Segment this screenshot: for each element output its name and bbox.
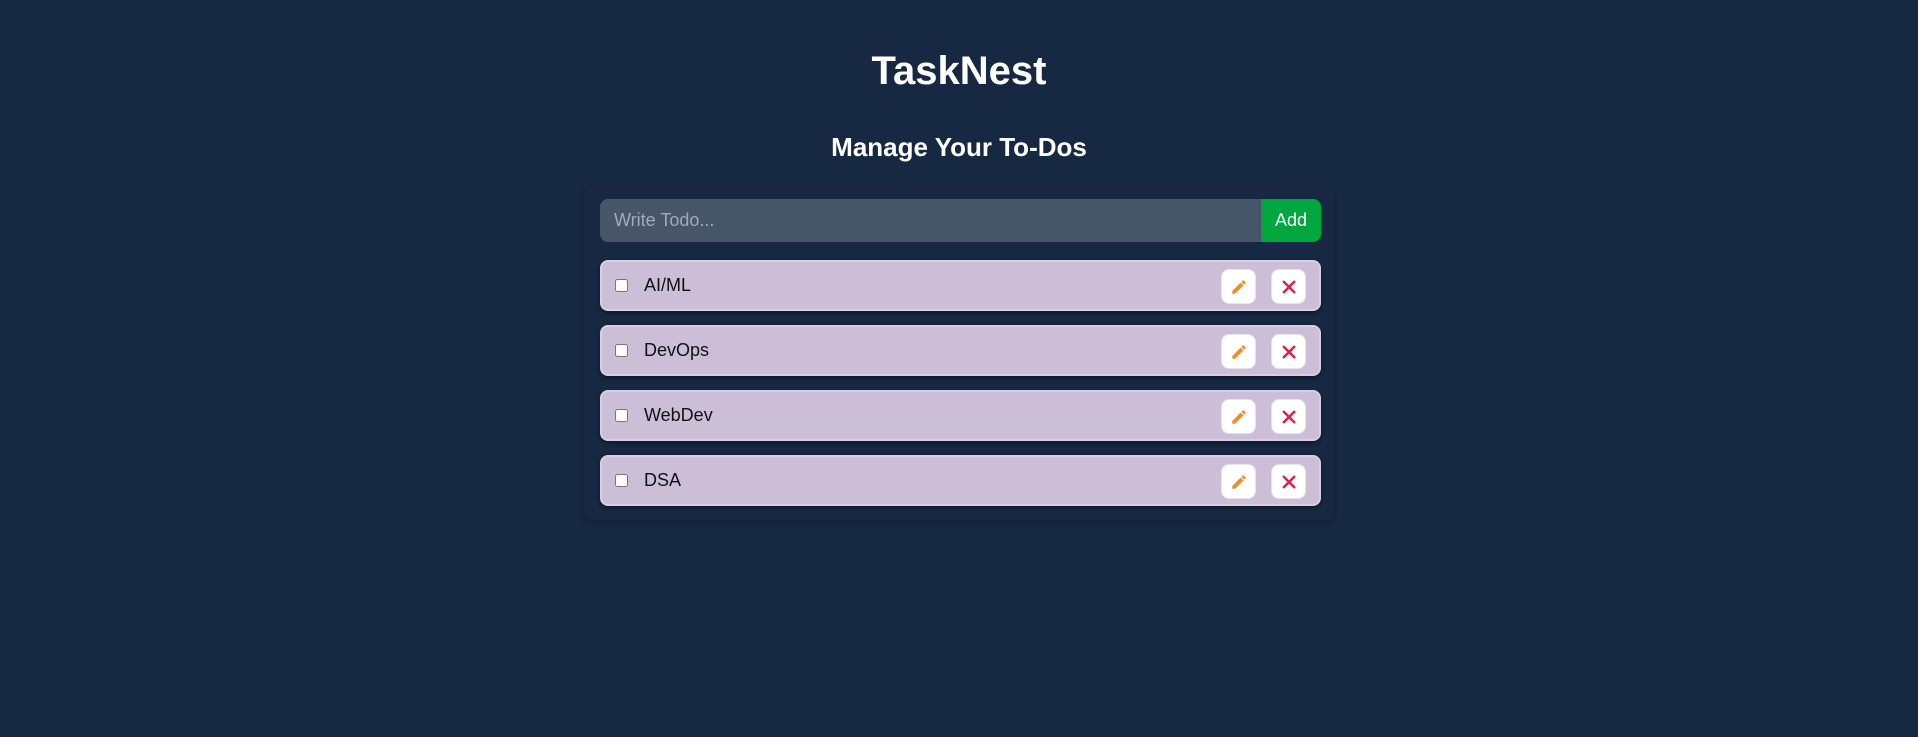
edit-button[interactable]	[1221, 399, 1256, 434]
edit-button[interactable]	[1221, 464, 1256, 499]
todo-checkbox[interactable]	[615, 344, 628, 357]
edit-button[interactable]	[1221, 269, 1256, 304]
todo-label: DevOps	[644, 340, 710, 360]
pencil-icon	[1230, 408, 1248, 426]
delete-button[interactable]	[1271, 399, 1306, 434]
todo-item: DevOps	[600, 325, 1321, 376]
app-title: TaskNest	[871, 49, 1047, 93]
close-icon	[1280, 473, 1298, 491]
todo-label: WebDev	[644, 405, 713, 425]
pencil-icon	[1230, 278, 1248, 296]
delete-button[interactable]	[1271, 269, 1306, 304]
todo-checkbox[interactable]	[615, 474, 628, 487]
todo-form: Add	[600, 199, 1321, 242]
todo-label: AI/ML	[644, 275, 692, 295]
add-button[interactable]: Add	[1261, 199, 1321, 242]
todo-label: DSA	[644, 470, 682, 490]
pencil-icon	[1230, 343, 1248, 361]
todo-checkbox[interactable]	[615, 279, 628, 292]
todo-list: AI/ML DevOps WebDev DSA	[600, 260, 1321, 520]
todo-item: AI/ML	[600, 260, 1321, 311]
todo-checkbox[interactable]	[615, 409, 628, 422]
close-icon	[1280, 343, 1298, 361]
todo-item: WebDev	[600, 390, 1321, 441]
delete-button[interactable]	[1271, 334, 1306, 369]
page-subtitle: Manage Your To-Dos	[831, 132, 1087, 162]
todo-input[interactable]	[600, 199, 1261, 242]
delete-button[interactable]	[1271, 464, 1306, 499]
edit-button[interactable]	[1221, 334, 1256, 369]
pencil-icon	[1230, 473, 1248, 491]
close-icon	[1280, 408, 1298, 426]
close-icon	[1280, 278, 1298, 296]
todo-item: DSA	[600, 455, 1321, 506]
